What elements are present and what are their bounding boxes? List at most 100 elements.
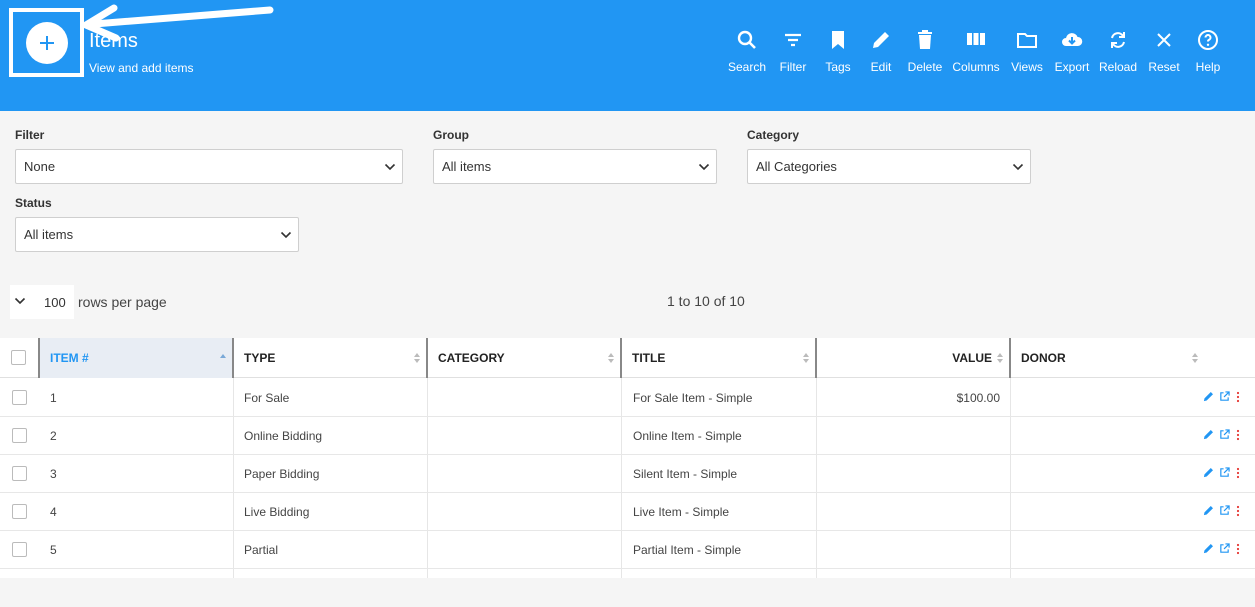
open-external-icon[interactable]	[1219, 543, 1230, 554]
category-select-value: All Categories	[756, 159, 837, 174]
sort-icon	[414, 353, 420, 363]
table-row[interactable]: 2 Online Bidding Online Item - Simple	[0, 417, 1255, 455]
category-select[interactable]: All Categories	[747, 149, 1031, 184]
column-header-donor[interactable]: DONOR	[1009, 338, 1205, 378]
pencil-icon[interactable]	[1203, 391, 1214, 402]
status-label: Status	[15, 196, 52, 210]
cell-value	[826, 417, 1000, 455]
table-row[interactable]: 3 Paper Bidding Silent Item - Simple	[0, 455, 1255, 493]
group-label: Group	[433, 128, 469, 142]
toolbar-label: Reset	[1148, 60, 1180, 74]
open-external-icon[interactable]	[1219, 391, 1230, 402]
row-checkbox[interactable]	[12, 466, 27, 481]
table-row[interactable]: 4 Live Bidding Live Item - Simple	[0, 493, 1255, 531]
column-header-title[interactable]: TITLE	[620, 338, 816, 378]
toolbar-columns-button[interactable]: Columns	[951, 28, 1001, 74]
close-icon	[1157, 33, 1171, 47]
rows-per-page-select[interactable]: 100	[10, 285, 74, 319]
column-header-label: VALUE	[952, 351, 992, 365]
filter-select-value: None	[24, 159, 56, 174]
chevron-down-icon	[280, 218, 292, 251]
cloud-download-icon	[1062, 33, 1083, 46]
toolbar-filter-button[interactable]: Filter	[776, 28, 810, 74]
columns-icon	[967, 33, 985, 45]
pagination-range: 1 to 10 of 10	[667, 293, 745, 309]
column-header-type[interactable]: TYPE	[232, 338, 427, 378]
column-header-value[interactable]: VALUE	[815, 338, 1010, 378]
cell-value	[826, 455, 1000, 493]
cell-item: 4	[50, 505, 57, 519]
more-vertical-icon[interactable]	[1235, 391, 1241, 403]
pencil-icon	[873, 32, 889, 48]
group-select[interactable]: All items	[433, 149, 717, 184]
column-header-category[interactable]: CATEGORY	[426, 338, 621, 378]
page-header: Items View and add items Search Filter T…	[0, 0, 1255, 111]
row-checkbox[interactable]	[12, 542, 27, 557]
cell-type: For Sale	[244, 391, 290, 405]
toolbar-tags-button[interactable]: Tags	[821, 28, 855, 74]
toolbar-label: Search	[727, 60, 767, 74]
column-header-item[interactable]: ITEM #	[38, 338, 233, 378]
row-checkbox[interactable]	[12, 390, 27, 405]
cell-value	[826, 531, 1000, 569]
toolbar-label: Reload	[1098, 60, 1138, 74]
toolbar-export-button[interactable]: Export	[1052, 28, 1092, 74]
sort-icon	[997, 353, 1003, 363]
row-actions	[1203, 467, 1241, 481]
status-select[interactable]: All items	[15, 217, 299, 252]
pencil-icon[interactable]	[1203, 543, 1214, 554]
toolbar-label: Edit	[870, 60, 892, 74]
pencil-icon[interactable]	[1203, 505, 1214, 516]
pencil-icon[interactable]	[1203, 467, 1214, 478]
trash-icon	[918, 30, 932, 49]
toolbar-edit-button[interactable]: Edit	[866, 28, 896, 74]
row-checkbox[interactable]	[12, 428, 27, 443]
more-vertical-icon[interactable]	[1235, 429, 1241, 441]
open-external-icon[interactable]	[1219, 505, 1230, 516]
table-row[interactable]: 5 Partial Partial Item - Simple	[0, 531, 1255, 569]
help-icon	[1198, 30, 1218, 50]
toolbar-label: Filter	[779, 60, 807, 74]
row-actions	[1203, 505, 1241, 519]
toolbar-reset-button[interactable]: Reset	[1145, 28, 1183, 74]
chevron-down-icon	[698, 150, 710, 183]
chevron-down-icon	[14, 297, 26, 305]
filter-label: Filter	[15, 128, 45, 142]
toolbar-reload-button[interactable]: Reload	[1097, 28, 1139, 74]
bookmark-icon	[832, 31, 844, 49]
toolbar-label: Help	[1195, 60, 1221, 74]
toolbar-help-button[interactable]: Help	[1192, 28, 1224, 74]
cell-type: Partial	[244, 543, 279, 557]
toolbar-label: Views	[1011, 60, 1043, 74]
cell-title: Silent Item - Simple	[633, 467, 738, 481]
pencil-icon[interactable]	[1203, 429, 1214, 440]
sort-icon	[1192, 353, 1198, 363]
more-vertical-icon[interactable]	[1235, 543, 1241, 555]
add-item-button[interactable]	[26, 22, 68, 64]
table-row[interactable]: 1 For Sale For Sale Item - Simple $100.0…	[0, 379, 1255, 417]
more-vertical-icon[interactable]	[1235, 505, 1241, 517]
open-external-icon[interactable]	[1219, 429, 1230, 440]
cell-value	[826, 493, 1000, 531]
sort-icon	[608, 353, 614, 363]
column-header-label: DONOR	[1021, 351, 1066, 365]
sort-icon	[803, 353, 809, 363]
cell-item: 5	[50, 543, 57, 557]
filter-select[interactable]: None	[15, 149, 403, 184]
status-select-value: All items	[24, 227, 74, 242]
toolbar-label: Columns	[952, 60, 1000, 74]
column-header-label: CATEGORY	[438, 351, 505, 365]
items-table: ITEM # TYPE CATEGORY TITLE VALUE DONOR 1…	[0, 338, 1255, 578]
more-vertical-icon[interactable]	[1235, 467, 1241, 479]
cell-title: Online Item - Simple	[633, 429, 742, 443]
refresh-icon	[1111, 32, 1125, 48]
toolbar-delete-button[interactable]: Delete	[906, 28, 944, 74]
toolbar-search-button[interactable]: Search	[727, 28, 767, 74]
filter-icon	[785, 33, 801, 47]
chevron-down-icon	[384, 150, 396, 183]
cell-title: Live Item - Simple	[633, 505, 730, 519]
open-external-icon[interactable]	[1219, 467, 1230, 478]
toolbar-views-button[interactable]: Views	[1009, 28, 1045, 74]
row-checkbox[interactable]	[12, 504, 27, 519]
select-all-checkbox[interactable]	[11, 350, 26, 365]
